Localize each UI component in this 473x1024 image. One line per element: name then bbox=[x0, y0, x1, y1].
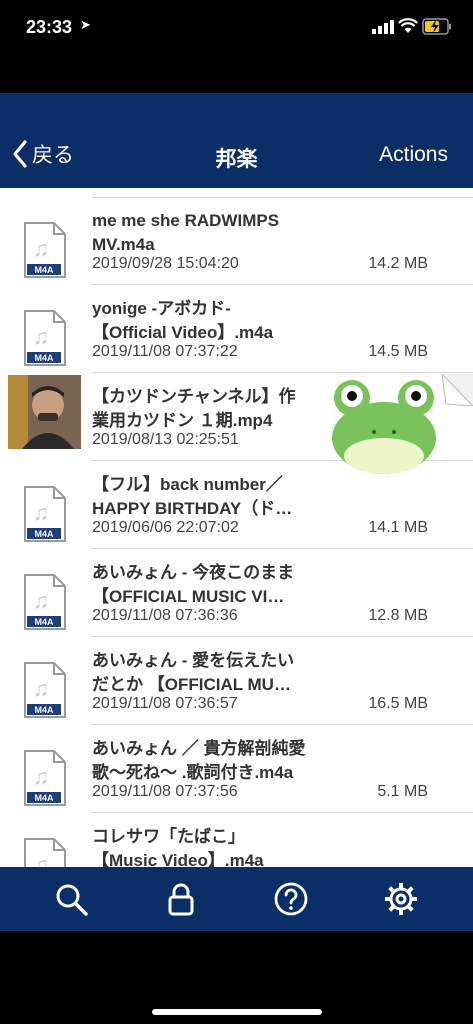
file-date: 2019/08/13 02:25:51 bbox=[92, 431, 239, 448]
page-curl-icon[interactable] bbox=[442, 374, 473, 406]
m4a-file-icon: ♫ M4A bbox=[24, 750, 66, 806]
svg-text:M4A: M4A bbox=[34, 265, 54, 275]
svg-text:♫: ♫ bbox=[33, 764, 50, 789]
svg-text:♫: ♫ bbox=[33, 500, 50, 525]
file-name: yonige -アボカド- 【Official Video】.m4a bbox=[92, 299, 274, 342]
file-name: me me she RADWIMPS MV.m4a bbox=[92, 211, 280, 254]
file-size: 14.5 MB bbox=[368, 343, 428, 360]
tab-bar bbox=[0, 867, 473, 931]
m4a-file-icon: ♫M4A bbox=[24, 838, 66, 867]
video-thumbnail bbox=[8, 375, 81, 449]
wifi-icon bbox=[398, 18, 418, 33]
svg-text:M4A: M4A bbox=[34, 793, 54, 803]
file-date: 2019/11/08 07:36:57 bbox=[92, 695, 238, 712]
file-size: 14.1 MB bbox=[368, 519, 428, 536]
svg-text:♫: ♫ bbox=[33, 324, 50, 349]
actions-button[interactable]: Actions bbox=[379, 143, 448, 167]
file-size: 14.2 MB bbox=[368, 255, 428, 272]
file-name: 【フル】back number／ HAPPY BIRTHDAY（ド… bbox=[92, 475, 293, 518]
status-bar: 23:33 ➤ bbox=[0, 0, 473, 60]
battery-charging-icon bbox=[422, 18, 451, 35]
svg-text:♫: ♫ bbox=[33, 852, 50, 867]
m4a-file-icon: ♫ M4A bbox=[24, 574, 66, 630]
file-row[interactable]: ♫ M4A あいみょん ／ 貴方解剖純愛 歌〜死ね〜 .歌詞付き.m4a 2019/… bbox=[0, 725, 473, 813]
file-row[interactable]: ♫ M4A yonige -アボカド- 【Official Video】.m4a 2… bbox=[0, 285, 473, 373]
svg-text:♫: ♫ bbox=[33, 588, 50, 613]
help-icon[interactable] bbox=[273, 881, 309, 917]
file-name: コレサワ「たばこ」 【Music Video】.m4a bbox=[92, 827, 264, 867]
location-arrow-icon: ➤ bbox=[80, 17, 91, 32]
file-size: 5.1 MB bbox=[377, 783, 428, 800]
m4a-file-icon: ♫ M4A bbox=[24, 222, 66, 278]
navigation-bar: 戻る 邦楽 Actions bbox=[0, 93, 473, 188]
file-name: あいみょん ／ 貴方解剖純愛 歌〜死ね〜 .歌詞付き.m4a bbox=[92, 739, 306, 782]
signal-icon bbox=[372, 20, 394, 34]
svg-text:♫: ♫ bbox=[33, 676, 50, 701]
svg-text:M4A: M4A bbox=[34, 529, 54, 539]
m4a-file-icon: ♫ M4A bbox=[24, 486, 66, 542]
file-name: あいみょん - 今夜このまま 【OFFICIAL MUSIC VI… bbox=[92, 563, 295, 606]
m4a-file-icon: ♫ M4A bbox=[24, 310, 66, 366]
svg-text:M4A: M4A bbox=[34, 617, 54, 627]
file-row[interactable]: ♫ M4A あいみょん - 愛を伝えたい だとか 【OFFICIAL MU… 201… bbox=[0, 637, 473, 725]
file-date: 2019/11/08 07:36:36 bbox=[92, 607, 238, 624]
file-row[interactable]: ♫M4A コレサワ「たばこ」【Music Video】.m4a bbox=[0, 813, 473, 867]
file-size: 16.5 MB bbox=[368, 695, 428, 712]
lock-icon[interactable] bbox=[163, 881, 199, 917]
file-date: 2019/11/08 07:37:22 bbox=[92, 343, 238, 360]
gear-icon[interactable] bbox=[383, 881, 419, 917]
file-row[interactable]: ♫ M4A me me she RADWIMPS MV.m4a 2019/09/28… bbox=[0, 197, 473, 285]
file-date: 2019/06/06 22:07:02 bbox=[92, 519, 239, 536]
file-name: 【カツドンチャンネル】作 業用カツドン １期.mp4 bbox=[92, 387, 296, 430]
file-row[interactable]: ♫ M4A あいみょん - 今夜このまま 【OFFICIAL MUSIC VI… 2… bbox=[0, 549, 473, 637]
file-date: 2019/09/28 15:04:20 bbox=[92, 255, 239, 272]
search-icon[interactable] bbox=[53, 881, 89, 917]
svg-text:M4A: M4A bbox=[34, 353, 54, 363]
file-list[interactable]: ♫ M4A me me she RADWIMPS MV.m4a 2019/09/28… bbox=[0, 188, 473, 867]
file-date: 2019/11/08 07:37:56 bbox=[92, 783, 238, 800]
file-size: 12.8 MB bbox=[368, 607, 428, 624]
frog-mascot-icon[interactable] bbox=[330, 376, 438, 476]
svg-text:♫: ♫ bbox=[33, 236, 50, 261]
svg-text:M4A: M4A bbox=[34, 705, 54, 715]
m4a-file-icon: ♫ M4A bbox=[24, 662, 66, 718]
file-name: あいみょん - 愛を伝えたい だとか 【OFFICIAL MU… bbox=[92, 651, 295, 694]
home-indicator[interactable] bbox=[152, 1009, 322, 1015]
status-time: 23:33 bbox=[26, 17, 73, 37]
